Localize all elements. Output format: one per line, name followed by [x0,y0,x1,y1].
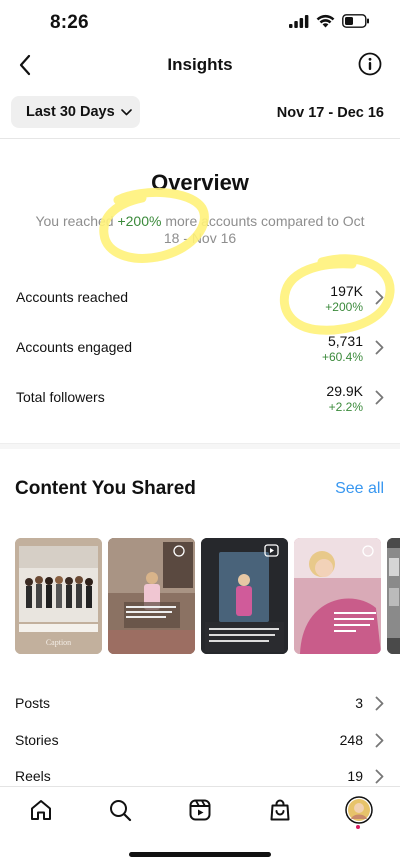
content-thumbnail-reel[interactable] [108,538,195,654]
chevron-right-icon [375,733,384,748]
shop-icon [270,799,290,821]
date-range-dropdown[interactable]: Last 30 Days [11,96,140,128]
signal-icon [289,14,309,28]
profile-avatar [345,796,373,824]
count-value: 248 [339,732,363,748]
overview-subtitle: You reached +200% more accounts compared… [30,213,370,247]
content-shared-title: Content You Shared [15,478,196,499]
home-icon [31,800,51,820]
tab-shop[interactable] [267,797,293,823]
chevron-down-icon [120,108,132,115]
status-bar: 8:26 [0,0,400,46]
count-row-stories[interactable]: Stories 248 [0,728,400,754]
thumbnail-caption: Caption [45,638,72,647]
see-all-link[interactable]: See all [335,480,384,498]
content-thumbnail-reel[interactable] [294,538,381,654]
metric-value: 197K [330,283,363,299]
wifi-icon [316,14,335,28]
overview-subtitle-tail: more accounts compared to Oct 18 - Nov 1… [161,213,365,246]
notification-dot [356,825,360,829]
metric-value: 5,731 [327,333,363,349]
metric-change: +200% [325,300,363,314]
metric-label: Accounts reached [16,289,129,305]
count-value: 19 [347,768,363,784]
date-filter-row: Last 30 Days Nov 17 - Dec 16 [0,93,400,139]
home-indicator [129,852,271,857]
page-title: Insights [167,55,233,74]
count-label: Reels [15,768,51,784]
chevron-right-icon [375,340,384,355]
post-preview-image [387,538,400,654]
tab-reels[interactable] [187,797,213,823]
post-preview-image [15,538,102,654]
count-label: Posts [15,695,51,711]
metric-change: +2.2% [328,400,363,414]
tab-search[interactable] [107,797,133,823]
reels-icon [189,799,211,821]
metric-row-accounts-engaged[interactable]: Accounts engaged 5,731 +60.4% [0,333,400,373]
metric-change: +60.4% [321,350,363,364]
overview-subtitle-percent: +200% [117,213,162,229]
chevron-right-icon [375,769,384,784]
info-icon [358,52,382,76]
reel-preview-image [294,538,381,654]
overview-title: Overview [151,170,249,195]
chevron-right-icon [375,696,384,711]
tab-profile[interactable] [345,796,373,824]
count-value: 3 [355,695,363,711]
status-icons [289,14,370,28]
metric-label: Accounts engaged [16,339,132,355]
info-button[interactable] [358,52,382,76]
status-time: 8:26 [50,12,89,33]
reel-preview-image [108,538,195,654]
chevron-right-icon [375,390,384,405]
metric-value: 29.9K [326,383,363,399]
metric-row-total-followers[interactable]: Total followers 29.9K +2.2% [0,383,400,423]
date-range-dropdown-label: Last 30 Days [26,104,115,120]
overview-subtitle-lead: You reached [35,213,118,229]
content-thumbnail-reel[interactable] [201,538,288,654]
tab-home[interactable] [28,797,54,823]
search-icon [110,800,132,822]
content-thumbnail-post[interactable] [387,538,400,654]
count-row-posts[interactable]: Posts 3 [0,691,400,717]
chevron-right-icon [375,290,384,305]
count-label: Stories [15,732,59,748]
battery-icon [342,14,369,28]
content-thumbnails: Caption [15,538,400,656]
metric-row-accounts-reached[interactable]: Accounts reached 197K +200% [0,283,400,323]
section-divider [0,443,400,449]
reel-preview-image [201,538,288,654]
metric-label: Total followers [16,389,105,405]
content-thumbnail-post[interactable]: Caption [15,538,102,654]
date-range-text: Nov 17 - Dec 16 [276,105,384,121]
nav-bar: Insights [0,46,400,86]
